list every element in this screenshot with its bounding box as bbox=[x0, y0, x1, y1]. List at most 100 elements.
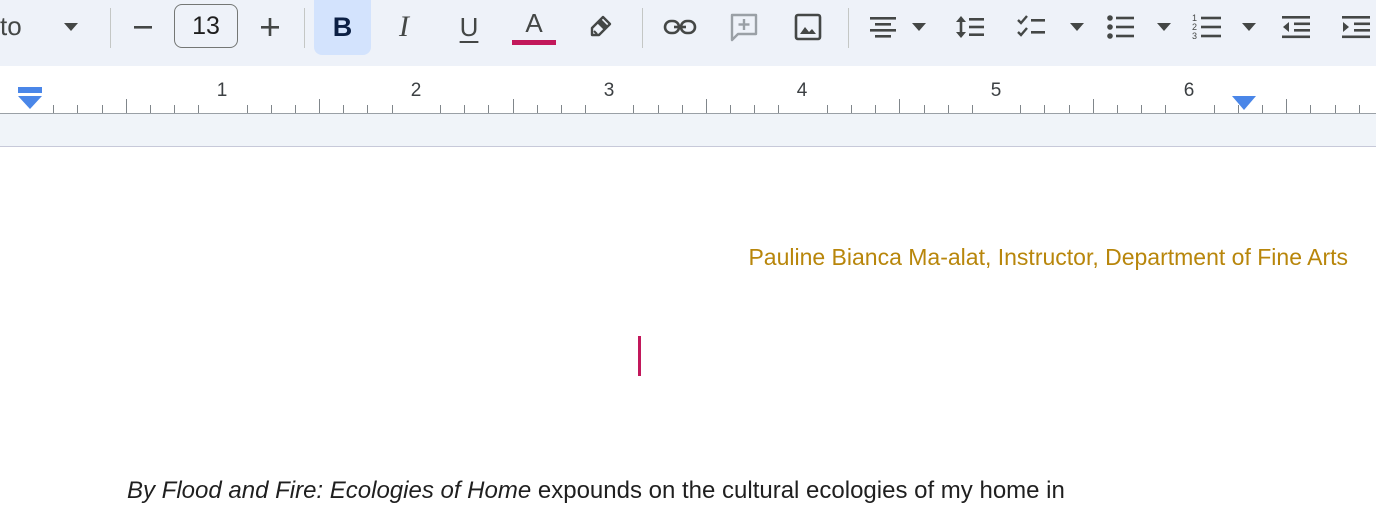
ruler-tick bbox=[174, 105, 176, 113]
highlight-color-button[interactable] bbox=[578, 0, 622, 54]
decrease-indent-icon bbox=[1282, 16, 1310, 39]
ruler-tick bbox=[464, 105, 466, 113]
increase-indent-icon bbox=[1342, 16, 1370, 39]
ruler-tick bbox=[246, 105, 248, 113]
ruler-number-1: 1 bbox=[216, 80, 228, 101]
bulleted-list-icon bbox=[1107, 15, 1171, 39]
text-color-label: A bbox=[525, 7, 543, 38]
numbered-list-button[interactable]: 123 bbox=[1190, 0, 1262, 54]
ruler-tick bbox=[1141, 105, 1142, 113]
ruler-tick bbox=[1165, 105, 1167, 113]
toolbar-divider bbox=[110, 8, 111, 48]
add-comment-icon bbox=[730, 13, 758, 42]
ruler-tick bbox=[899, 99, 901, 113]
left-indent-marker-icon[interactable] bbox=[16, 86, 44, 112]
image-icon bbox=[794, 13, 822, 41]
font-menu-caret-icon[interactable] bbox=[54, 0, 88, 54]
checklist-button[interactable] bbox=[1012, 0, 1086, 54]
text-color-button[interactable]: A bbox=[508, 0, 560, 54]
ruler-tick bbox=[971, 105, 973, 113]
ruler-tick bbox=[53, 105, 55, 113]
align-center-icon bbox=[870, 17, 926, 38]
ruler-tick bbox=[681, 105, 683, 113]
ruler-number-4: 4 bbox=[796, 80, 808, 101]
body-italic-title: By Flood and Fire: Ecologies of Home bbox=[127, 477, 532, 504]
checklist-icon bbox=[1017, 15, 1084, 37]
ruler-tick bbox=[1334, 105, 1336, 113]
ruler-number-5: 5 bbox=[990, 80, 1002, 101]
text-cursor bbox=[638, 336, 641, 376]
ruler-tick bbox=[1092, 99, 1094, 113]
link-icon bbox=[663, 19, 697, 35]
ruler-tick bbox=[149, 105, 151, 113]
ruler-tick bbox=[560, 105, 562, 113]
ruler-tick bbox=[1358, 105, 1360, 113]
ruler-tick bbox=[875, 105, 877, 113]
ruler-tick bbox=[754, 105, 756, 113]
ruler-number-3: 3 bbox=[603, 80, 615, 101]
ruler-tick bbox=[826, 105, 828, 113]
ruler-tick bbox=[1261, 105, 1263, 113]
ruler-tick bbox=[1213, 105, 1215, 113]
decrease-font-size-button[interactable] bbox=[124, 0, 162, 54]
font-name[interactable]: to bbox=[0, 6, 22, 46]
ruler-area: 1 2 3 4 5 6 bbox=[0, 66, 1376, 147]
ruler-tick bbox=[585, 105, 586, 113]
ruler-tick bbox=[705, 99, 707, 113]
ruler-tick bbox=[778, 105, 780, 113]
ruler-tick bbox=[367, 105, 369, 113]
numbered-list-icon: 123 bbox=[1192, 13, 1256, 41]
plus-icon bbox=[261, 18, 279, 36]
add-comment-button[interactable] bbox=[722, 0, 766, 54]
ruler-number-2: 2 bbox=[410, 80, 422, 101]
document-page[interactable]: Pauline Bianca Ma-alat, Instructor, Depa… bbox=[0, 147, 1376, 504]
font-size-input[interactable]: 13 bbox=[174, 4, 238, 48]
decrease-indent-button[interactable] bbox=[1274, 0, 1318, 54]
formatting-toolbar: to 13 B I U A 12 3 bbox=[0, 0, 1376, 66]
minus-icon bbox=[134, 26, 152, 29]
ruler-tick bbox=[319, 99, 321, 113]
ruler-tick bbox=[1044, 105, 1046, 113]
text-color-swatch bbox=[512, 39, 556, 45]
bold-button[interactable]: B bbox=[314, 0, 371, 54]
ruler-tick bbox=[730, 105, 732, 113]
svg-text:3: 3 bbox=[1192, 31, 1197, 41]
ruler-tick bbox=[657, 105, 659, 113]
ruler-tick bbox=[343, 105, 345, 113]
ruler-tick bbox=[101, 105, 103, 113]
horizontal-ruler[interactable]: 1 2 3 4 5 6 bbox=[0, 66, 1376, 114]
body-text-rest: expounds on the cultural ecologies of my… bbox=[531, 477, 1065, 504]
align-button[interactable] bbox=[862, 0, 932, 54]
ruler-tick bbox=[125, 99, 127, 113]
body-paragraph: By Flood and Fire: Ecologies of Home exp… bbox=[127, 477, 1065, 505]
ruler-tick bbox=[1237, 105, 1239, 113]
ruler-tick bbox=[1116, 105, 1118, 113]
pencil-icon bbox=[590, 15, 612, 37]
insert-image-button[interactable] bbox=[786, 0, 830, 54]
ruler-tick bbox=[633, 105, 635, 113]
ruler-tick bbox=[851, 105, 852, 113]
ruler-number-6: 6 bbox=[1183, 80, 1195, 101]
italic-button[interactable]: I bbox=[380, 0, 428, 54]
right-indent-marker-icon[interactable] bbox=[1230, 94, 1258, 112]
ruler-tick bbox=[270, 105, 272, 113]
underline-button[interactable]: U bbox=[444, 0, 494, 54]
line-spacing-icon bbox=[956, 16, 984, 38]
bulleted-list-button[interactable] bbox=[1104, 0, 1176, 54]
insert-link-button[interactable] bbox=[658, 0, 702, 54]
ruler-tick bbox=[488, 105, 490, 113]
ruler-tick bbox=[923, 105, 925, 113]
toolbar-divider bbox=[642, 8, 643, 48]
ruler-tick bbox=[1310, 105, 1312, 113]
ruler-tick bbox=[1020, 105, 1022, 113]
ruler-tick bbox=[391, 105, 393, 113]
increase-indent-button[interactable] bbox=[1334, 0, 1376, 54]
ruler-tick bbox=[440, 105, 441, 113]
ruler-tick bbox=[1286, 99, 1288, 113]
ruler-tick bbox=[512, 99, 514, 113]
line-spacing-button[interactable] bbox=[948, 0, 992, 54]
ruler-tick bbox=[198, 105, 200, 113]
increase-font-size-button[interactable] bbox=[250, 0, 290, 54]
ruler-tick bbox=[947, 105, 949, 113]
author-line: Pauline Bianca Ma-alat, Instructor, Depa… bbox=[748, 244, 1348, 270]
